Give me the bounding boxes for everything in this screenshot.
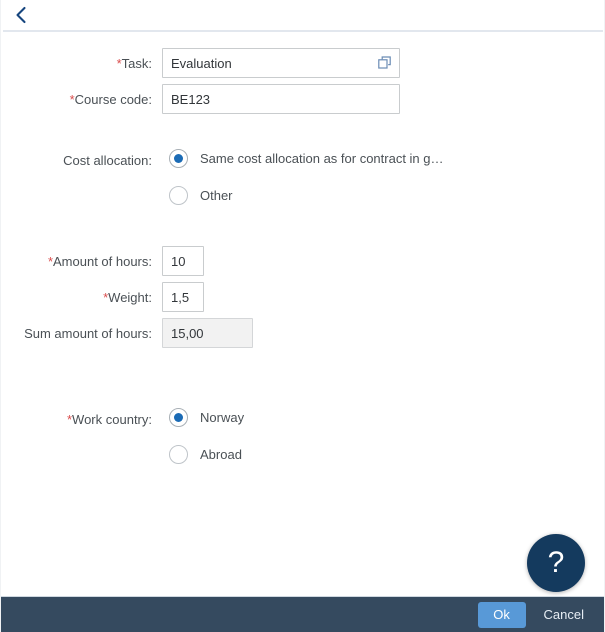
help-button[interactable]: ? [527, 534, 585, 592]
task-value-help-button[interactable] [374, 52, 396, 74]
amount-of-hours-input[interactable] [162, 246, 204, 276]
radio-dot [174, 154, 183, 163]
radio-indicator-selected [169, 149, 188, 168]
radio-cost-allocation-other[interactable]: Other [169, 186, 233, 205]
work-country-label: *Work country: [66, 412, 152, 427]
radio-indicator-selected [169, 408, 188, 427]
form-container: *Task: *Course code: Cost allocation: Sa… [1, 31, 604, 596]
value-help-icon [378, 56, 391, 69]
radio-indicator-unselected [169, 445, 188, 464]
radio-indicator-unselected [169, 186, 188, 205]
radio-label: Abroad [200, 447, 242, 462]
radio-label: Same cost allocation as for contract in … [200, 151, 444, 166]
radio-cost-allocation-same[interactable]: Same cost allocation as for contract in … [169, 149, 444, 168]
cancel-button[interactable]: Cancel [534, 602, 594, 628]
task-input[interactable] [162, 48, 400, 78]
radio-label: Norway [200, 410, 245, 425]
cost-allocation-label: Cost allocation: [63, 153, 152, 168]
dialog-page: *Task: *Course code: Cost allocation: Sa… [0, 0, 605, 632]
sum-amount-of-hours-value [162, 318, 253, 348]
task-label: *Task: [116, 56, 152, 71]
chevron-left-icon [15, 6, 26, 24]
course-code-label: *Course code: [69, 92, 152, 107]
course-code-input[interactable] [162, 84, 400, 114]
amount-of-hours-label: *Amount of hours: [47, 254, 152, 269]
radio-dot [174, 413, 183, 422]
back-button[interactable] [7, 2, 35, 28]
ok-button[interactable]: Ok [477, 601, 526, 628]
radio-work-country-norway[interactable]: Norway [169, 408, 244, 427]
question-mark-icon: ? [547, 546, 565, 579]
radio-label: Other [200, 188, 233, 203]
weight-label: *Weight: [103, 290, 152, 305]
sum-amount-of-hours-label: Sum amount of hours: [24, 326, 152, 341]
weight-input[interactable] [162, 282, 204, 312]
page-header [1, 0, 604, 32]
radio-work-country-abroad[interactable]: Abroad [169, 445, 242, 464]
footer-bar: Ok Cancel [1, 596, 604, 632]
